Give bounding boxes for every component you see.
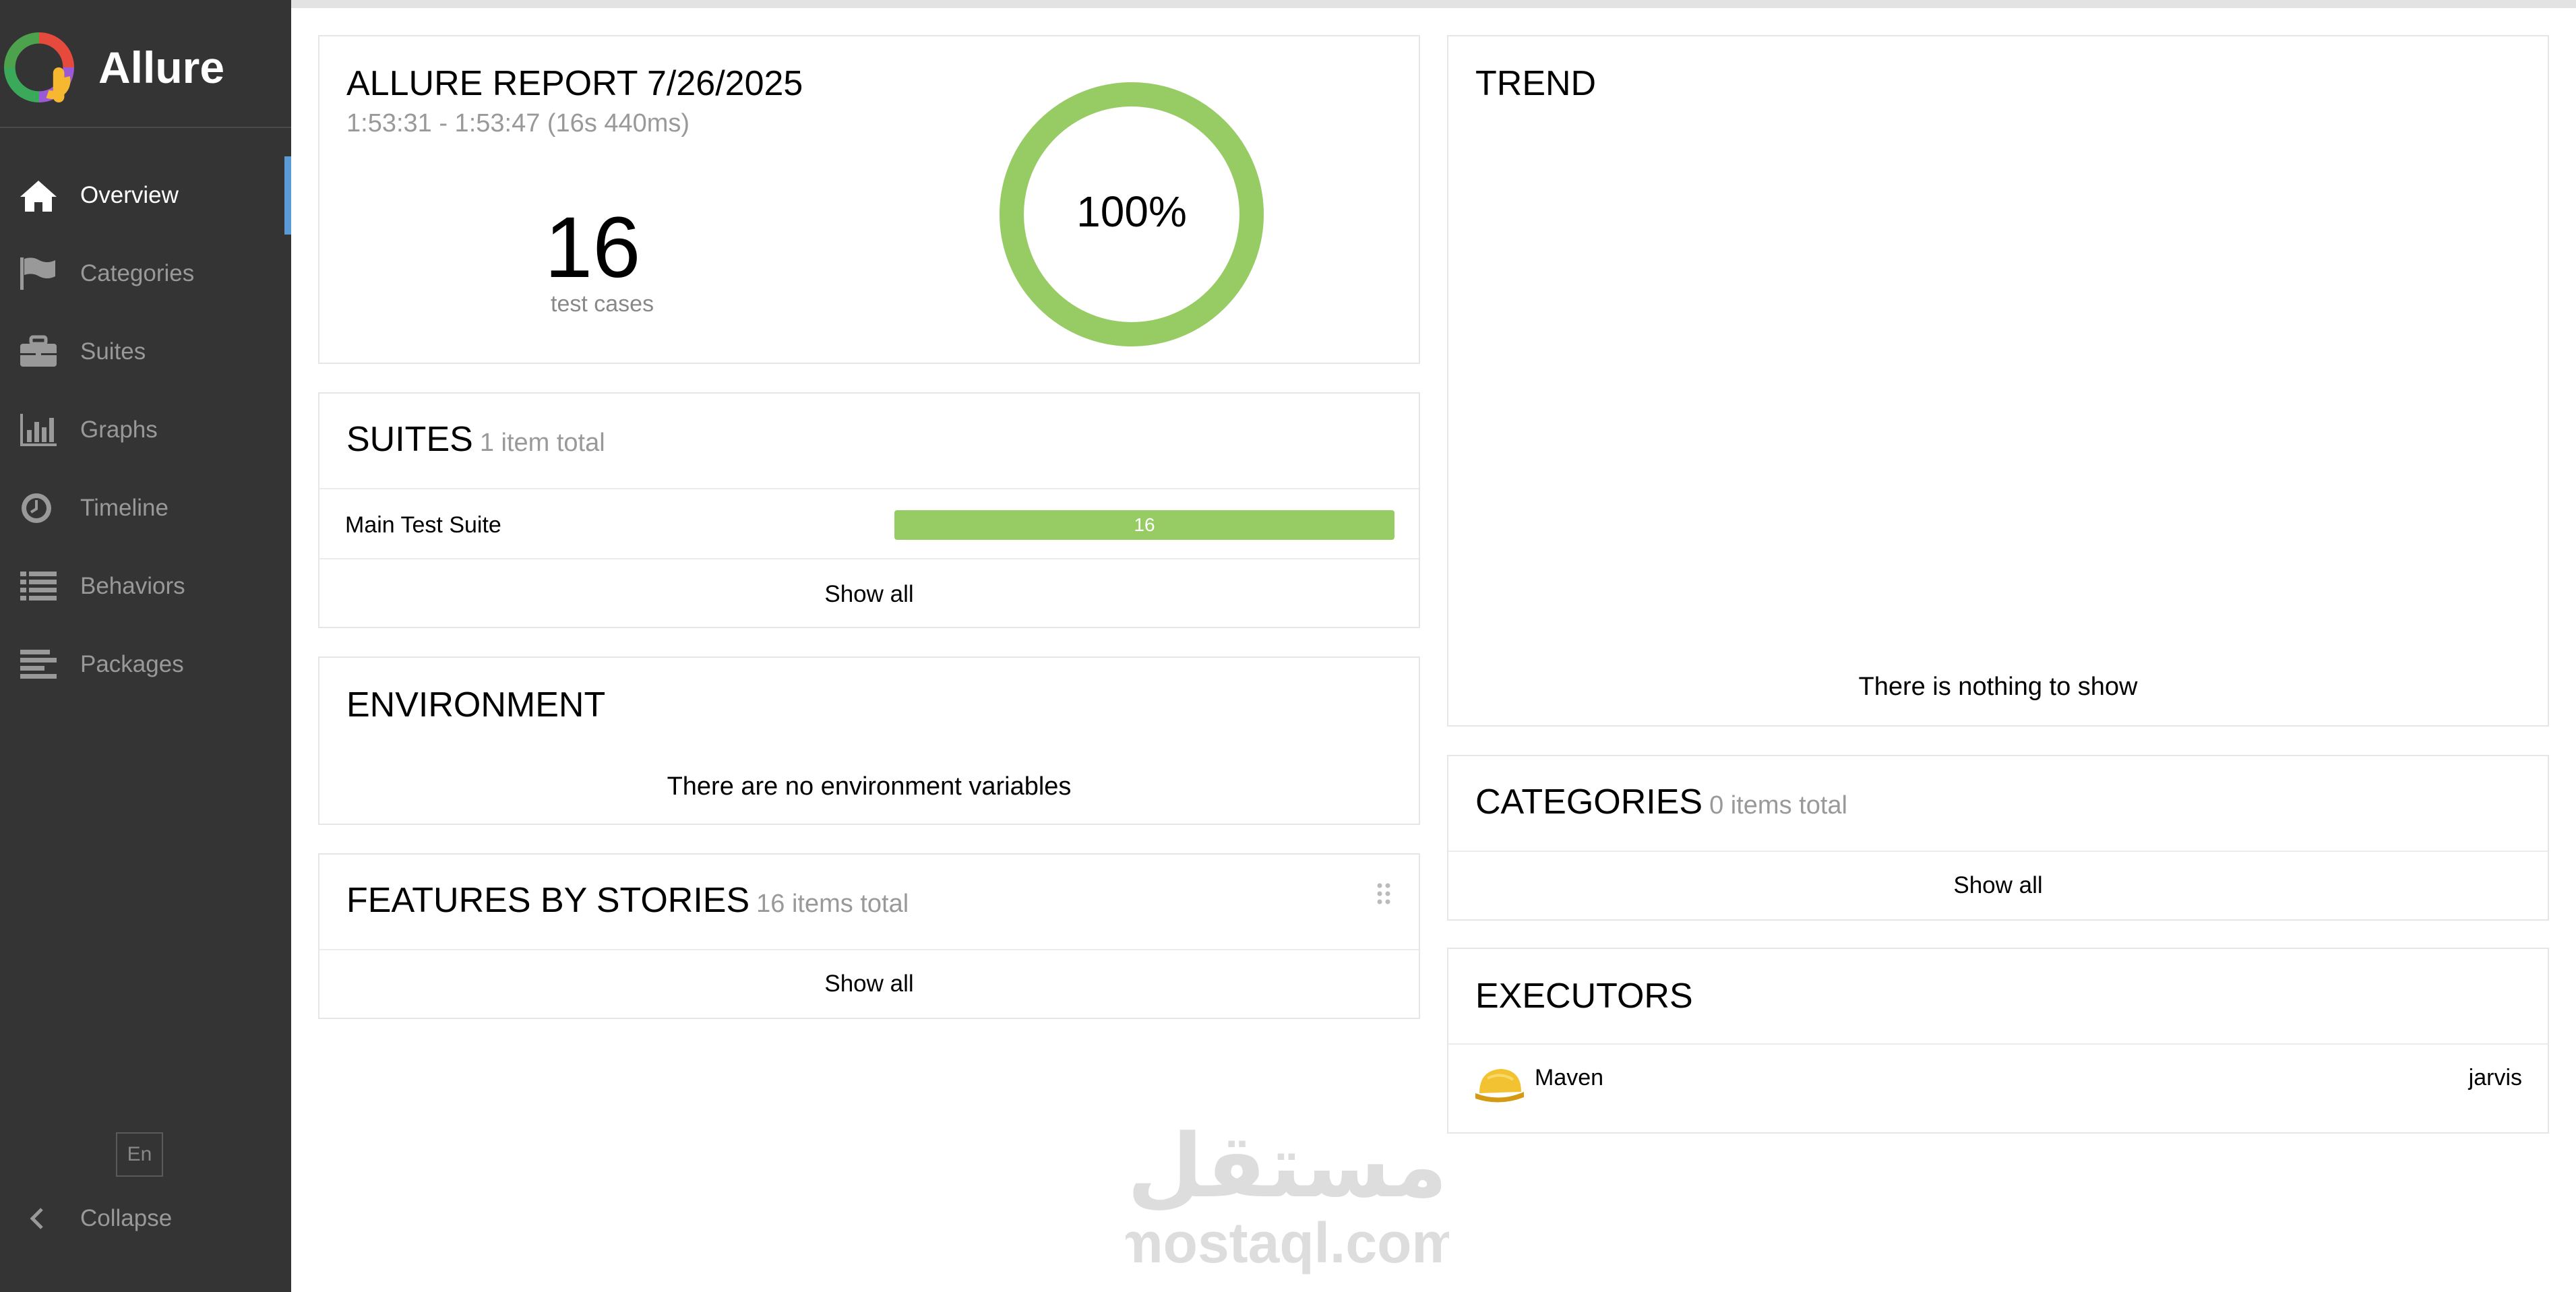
- sidebar-item-packages[interactable]: Packages: [0, 625, 291, 704]
- sidebar-item-behaviors[interactable]: Behaviors: [0, 547, 291, 625]
- sidebar-nav: Overview Categories Suites Graphs Timeli…: [0, 156, 291, 704]
- test-case-label: test cases: [551, 291, 654, 317]
- trend-empty-text: There is nothing to show: [1858, 673, 2138, 701]
- suites-widget: SUITES 1 item total Main Test Suite 16 Sh…: [318, 392, 1420, 628]
- report-title: ALLURE REPORT 7/26/2025: [346, 64, 803, 103]
- sidebar-item-categories[interactable]: Categories: [0, 235, 291, 313]
- features-total: 16 items total: [756, 890, 909, 918]
- trend-widget: TREND There is nothing to show: [1447, 35, 2549, 727]
- watermark-latin: mostaql.com: [1126, 1211, 1449, 1274]
- home-icon: [20, 181, 57, 212]
- pass-rate-label: 100%: [1076, 187, 1187, 236]
- top-divider: [291, 0, 2576, 8]
- divider: [319, 949, 1419, 950]
- environment-widget: ENVIRONMENT There are no environment var…: [318, 656, 1420, 825]
- features-widget: FEATURES BY STORIES 16 items total Show a…: [318, 853, 1420, 1019]
- executors-title: EXECUTORS: [1475, 977, 1693, 1016]
- report-time-range: 1:53:31 - 1:53:47 (16s 440ms): [346, 109, 690, 137]
- categories-title: CATEGORIES 0 items total: [1475, 782, 1847, 822]
- sidebar-item-label: Timeline: [80, 495, 168, 521]
- allure-logo-icon: [4, 32, 74, 102]
- environment-empty-text: There are no environment variables: [667, 772, 1072, 801]
- divider: [1448, 1043, 2548, 1045]
- brand-name: Allure: [98, 42, 225, 92]
- trend-title: TREND: [1475, 64, 1597, 103]
- language-button[interactable]: En: [116, 1132, 163, 1177]
- watermark-arabic: مستقل: [1127, 1115, 1447, 1217]
- collapse-label: Collapse: [80, 1205, 173, 1231]
- list-icon: [20, 572, 57, 601]
- collapse-button[interactable]: Collapse: [0, 1194, 291, 1241]
- test-case-count: 16: [545, 199, 641, 296]
- mostaql-watermark: مستقل mostaql.com: [1126, 1115, 1449, 1274]
- summary-widget: ALLURE REPORT 7/26/2025 1:53:31 - 1:53:4…: [318, 35, 1420, 364]
- categories-total: 0 items total: [1709, 791, 1847, 820]
- categories-show-all-link[interactable]: Show all: [1448, 872, 2548, 899]
- hard-hat-icon: [1475, 1069, 1524, 1103]
- sidebar-item-label: Graphs: [80, 417, 158, 443]
- executor-name: Maven: [1535, 1065, 1604, 1090]
- pass-rate-donut[interactable]: 100%: [997, 80, 1266, 349]
- categories-title-text: CATEGORIES: [1475, 782, 1703, 822]
- suite-name: Main Test Suite: [345, 512, 501, 538]
- sidebar-item-label: Suites: [80, 338, 146, 365]
- bar-chart-icon: [20, 414, 57, 446]
- environment-title: ENVIRONMENT: [346, 685, 606, 725]
- sidebar-item-label: Packages: [80, 651, 184, 677]
- sidebar-item-graphs[interactable]: Graphs: [0, 391, 291, 469]
- executors-widget: EXECUTORS Maven jarvis: [1447, 948, 2549, 1134]
- categories-widget: CATEGORIES 0 items total Show all: [1447, 755, 2549, 921]
- sidebar-item-overview[interactable]: Overview: [0, 156, 291, 235]
- divider: [319, 488, 1419, 489]
- sidebar-item-label: Categories: [80, 260, 195, 286]
- sidebar-item-label: Overview: [80, 182, 179, 208]
- align-left-icon: [20, 650, 57, 679]
- sidebar-item-label: Behaviors: [80, 573, 185, 599]
- brand[interactable]: Allure: [0, 0, 291, 128]
- features-title-text: FEATURES BY STORIES: [346, 881, 750, 920]
- suites-title: SUITES 1 item total: [346, 419, 605, 460]
- suites-total: 1 item total: [479, 429, 605, 457]
- divider: [1448, 851, 2548, 852]
- features-title: FEATURES BY STORIES 16 items total: [346, 880, 909, 921]
- chevron-left-icon: [30, 1208, 43, 1229]
- features-show-all-link[interactable]: Show all: [319, 971, 1419, 997]
- flag-icon: [20, 257, 55, 290]
- divider: [319, 558, 1419, 559]
- sidebar-item-timeline[interactable]: Timeline: [0, 469, 291, 547]
- sidebar-item-suites[interactable]: Suites: [0, 313, 291, 391]
- briefcase-icon: [20, 335, 57, 367]
- suites-show-all-link[interactable]: Show all: [319, 581, 1419, 608]
- sidebar: Allure Overview Categories Suites Graphs…: [0, 0, 291, 1292]
- suite-passed-bar[interactable]: 16: [894, 510, 1394, 540]
- suites-title-text: SUITES: [346, 420, 473, 459]
- clock-icon: [22, 493, 51, 523]
- drag-handle-icon[interactable]: [1376, 882, 1392, 906]
- executor-build[interactable]: jarvis: [2469, 1065, 2522, 1091]
